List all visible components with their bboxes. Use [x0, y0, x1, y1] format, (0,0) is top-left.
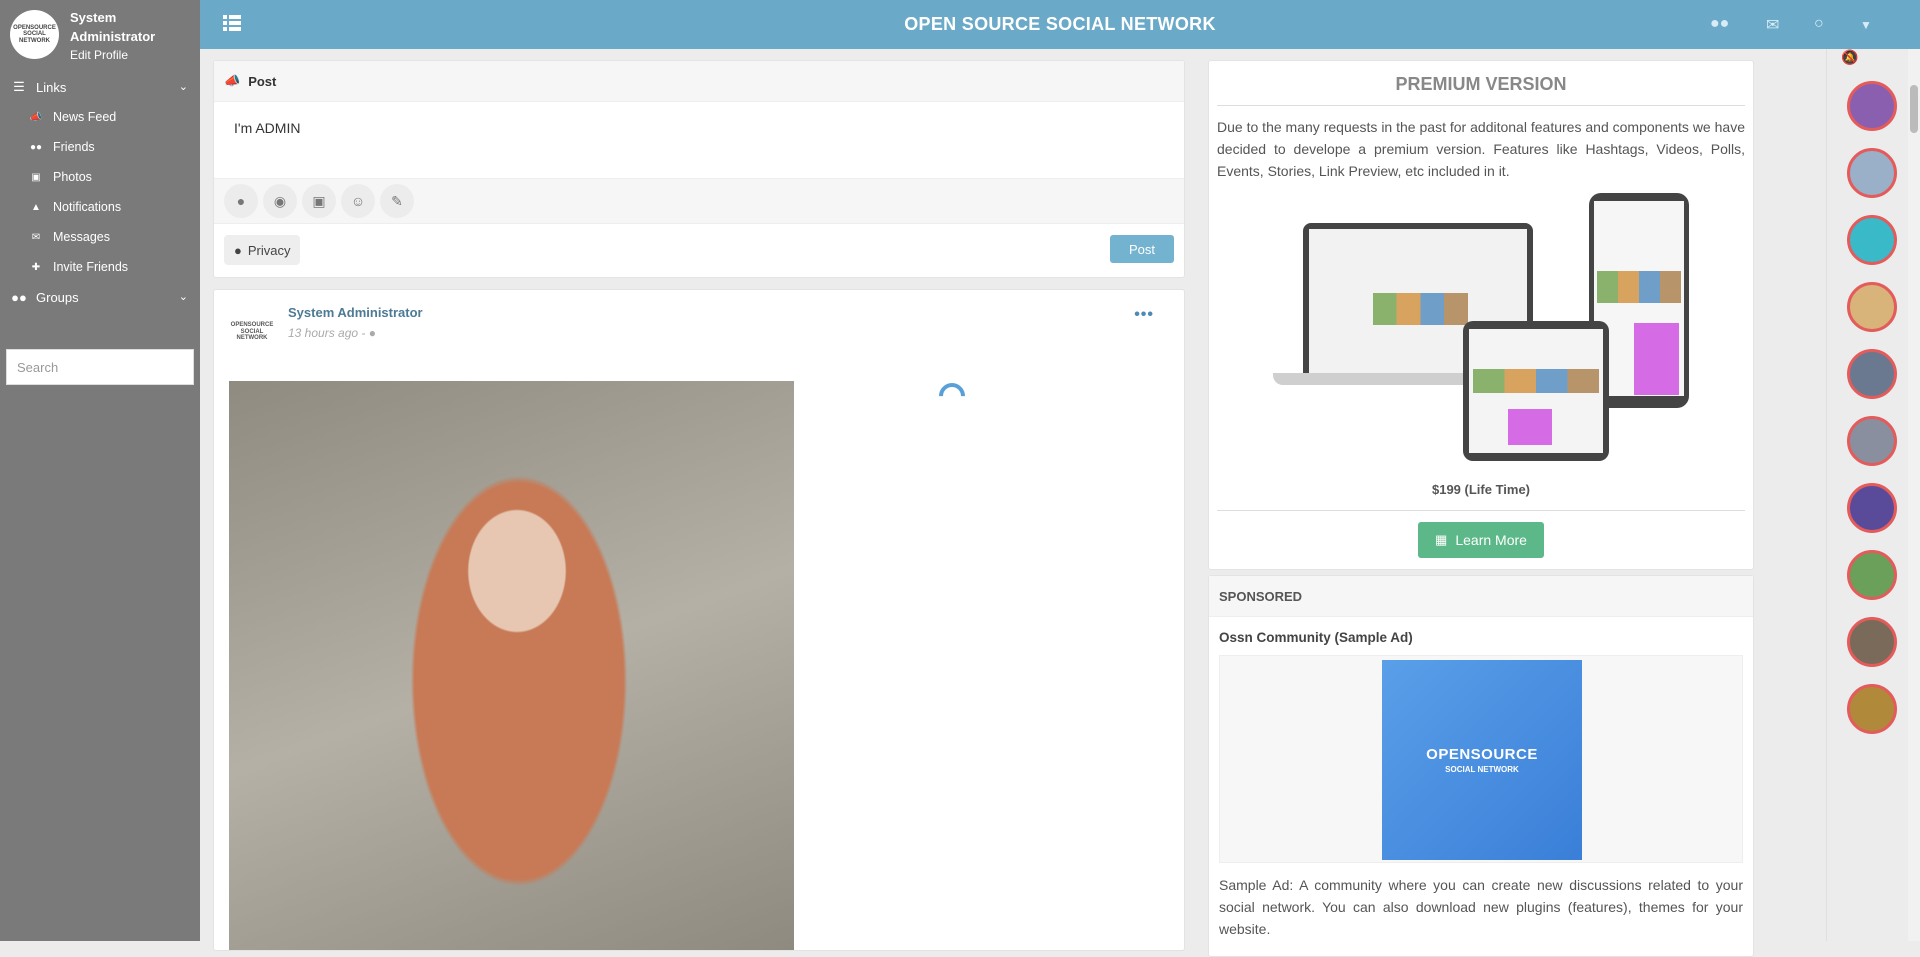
friend-avatar[interactable] — [1847, 349, 1897, 399]
divider — [1217, 510, 1745, 511]
composer-tools: ● ◉ ▣ ☺ ✎ — [214, 178, 1184, 224]
tablet-image — [1463, 321, 1609, 461]
location-icon[interactable]: ◉ — [263, 184, 297, 218]
sidebar-item-label: Photos — [53, 170, 92, 184]
sidebar-section-groups[interactable]: ●● Groups ⌄ — [0, 282, 200, 312]
bell-slash-icon[interactable]: 🔕 — [1841, 49, 1858, 66]
sidebar-section-label: Groups — [36, 289, 79, 305]
search-input[interactable]: Search — [6, 349, 194, 385]
sidebar-section-label: Links — [36, 79, 67, 95]
premium-version-card: PREMIUM VERSION Due to the many requests… — [1208, 60, 1754, 570]
site-title[interactable]: OPEN SOURCE SOCIAL NETWORK — [200, 0, 1920, 49]
sidebar-item-label: Messages — [53, 230, 110, 244]
user-plus-icon: ✚ — [31, 261, 41, 273]
friend-avatar[interactable] — [1847, 684, 1897, 734]
caret-down-icon[interactable]: ▼ — [1860, 18, 1872, 32]
sidebar: OPENSOURCE SOCIAL NETWORK System Adminis… — [0, 0, 200, 941]
friend-avatar[interactable] — [1847, 617, 1897, 667]
post-author-name[interactable]: System Administrator — [288, 305, 423, 320]
privacy-label: Privacy — [247, 242, 291, 258]
post-button[interactable]: Post — [1110, 235, 1174, 263]
post-photo[interactable] — [229, 381, 794, 950]
image-icon[interactable]: ▣ — [302, 184, 336, 218]
envelope-icon[interactable]: ✉ — [1766, 15, 1779, 35]
smile-icon[interactable]: ☺ — [341, 184, 375, 218]
profile-avatar[interactable]: OPENSOURCE SOCIAL NETWORK — [10, 10, 59, 59]
sponsored-header: SPONSORED — [1209, 576, 1753, 617]
post-time-text: 13 hours ago - — [288, 326, 369, 340]
friend-avatar[interactable] — [1847, 416, 1897, 466]
sponsored-card: SPONSORED Ossn Community (Sample Ad) OPE… — [1208, 575, 1754, 957]
devices-illustration — [1271, 193, 1691, 463]
globe-icon: ● — [234, 242, 242, 258]
composer-footer: ● Privacy Post — [214, 224, 1184, 276]
premium-title: PREMIUM VERSION — [1217, 74, 1745, 106]
ad-title[interactable]: Ossn Community (Sample Ad) — [1219, 630, 1413, 645]
sidebar-item-news-feed[interactable]: 📣 News Feed — [0, 102, 200, 132]
post-timestamp: 13 hours ago - ● — [288, 326, 376, 340]
envelope-icon: ✉ — [31, 231, 41, 243]
sidebar-item-label: Friends — [53, 140, 95, 154]
chevron-down-icon[interactable]: ⌄ — [179, 290, 188, 303]
friend-avatar[interactable] — [1847, 215, 1897, 265]
learn-more-label: Learn More — [1455, 532, 1527, 548]
loading-spinner-icon — [933, 377, 971, 415]
post-composer: 📣 Post I'm ADMIN ● ◉ ▣ ☺ ✎ ● Privacy Pos… — [213, 60, 1185, 278]
feed-post: OPENSOURCE SOCIAL NETWORK System Adminis… — [213, 289, 1185, 951]
ad-description: Sample Ad: A community where you can cre… — [1219, 877, 1743, 937]
sidebar-item-label: News Feed — [53, 110, 117, 124]
premium-price: $199 (Life Time) — [1431, 482, 1531, 497]
friend-avatar[interactable] — [1847, 550, 1897, 600]
online-friends-strip: 🔕 — [1826, 49, 1909, 941]
edit-profile-link[interactable]: Edit Profile — [70, 48, 128, 62]
ad-image[interactable]: OPENSOURCE SOCIAL NETWORK — [1382, 660, 1582, 860]
image-icon: ▣ — [31, 171, 41, 183]
sidebar-section-links[interactable]: ☰ Links ⌄ — [0, 72, 200, 102]
composer-header-label: Post — [248, 73, 277, 89]
premium-description: Due to the many requests in the past for… — [1217, 119, 1745, 179]
sidebar-item-label: Invite Friends — [53, 260, 129, 274]
sidebar-item-notifications[interactable]: ▲ Notifications — [0, 192, 200, 222]
list-icon: ☰ — [13, 79, 25, 94]
top-bar: OPEN SOURCE SOCIAL NETWORK ●● ✉ ○ ▼ — [200, 0, 1920, 49]
friend-avatar[interactable] — [1847, 148, 1897, 198]
composer-header: 📣 Post — [214, 61, 1184, 102]
friends-icon[interactable]: ●● — [1710, 15, 1729, 33]
sidebar-item-photos[interactable]: ▣ Photos — [0, 162, 200, 192]
post-author-avatar[interactable]: OPENSOURCE SOCIAL NETWORK — [230, 310, 274, 354]
bell-icon: ▲ — [31, 201, 41, 213]
learn-more-button[interactable]: ▦ Learn More — [1418, 522, 1544, 558]
sidebar-item-invite-friends[interactable]: ✚ Invite Friends — [0, 252, 200, 282]
ad-image-line2: SOCIAL NETWORK — [1445, 765, 1519, 774]
post-textarea[interactable]: I'm ADMIN — [214, 102, 1184, 178]
privacy-button[interactable]: ● Privacy — [224, 235, 301, 265]
scrollbar-thumb[interactable] — [1910, 85, 1918, 133]
ad-image-line1: OPENSOURCE — [1426, 746, 1538, 763]
brush-icon[interactable]: ✎ — [380, 184, 414, 218]
chevron-down-icon[interactable]: ⌄ — [179, 80, 188, 93]
users-icon: ●● — [29, 141, 43, 153]
tag-friends-icon[interactable]: ● — [224, 184, 258, 218]
bullhorn-icon: 📣 — [224, 73, 241, 88]
scrollbar[interactable] — [1908, 49, 1920, 941]
friend-avatar[interactable] — [1847, 81, 1897, 131]
post-options-icon[interactable]: ••• — [1134, 306, 1154, 324]
sidebar-item-friends[interactable]: ●● Friends — [0, 132, 200, 162]
sidebar-item-label: Notifications — [53, 200, 122, 214]
profile-block: OPENSOURCE SOCIAL NETWORK System Adminis… — [0, 0, 200, 72]
friend-avatar[interactable] — [1847, 282, 1897, 332]
ad-image-box: OPENSOURCE SOCIAL NETWORK — [1219, 655, 1743, 863]
sidebar-item-messages[interactable]: ✉ Messages — [0, 222, 200, 252]
globe-icon: ● — [368, 326, 376, 340]
globe-icon[interactable]: ○ — [1814, 15, 1824, 33]
bullhorn-icon: 📣 — [29, 111, 43, 123]
book-icon: ▦ — [1435, 532, 1448, 547]
profile-name[interactable]: System Administrator — [70, 8, 180, 46]
users-icon: ●● — [11, 289, 27, 305]
friend-avatar[interactable] — [1847, 483, 1897, 533]
